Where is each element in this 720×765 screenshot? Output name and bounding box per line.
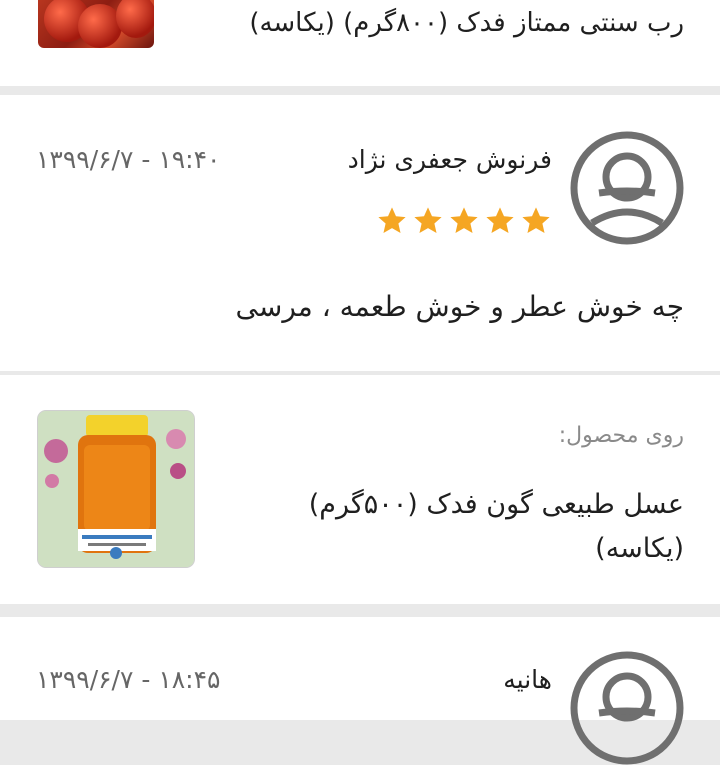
review-comment: چه خوش عطر و خوش طعمه ، مرسی	[235, 290, 684, 323]
review-product-card[interactable]: روی محصول: عسل طبیعی گون فدک (۵۰۰گرم) (ی…	[0, 375, 720, 604]
product-title[interactable]: رب سنتی ممتاز فدک (۸۰۰گرم) (یکاسه)	[249, 8, 684, 38]
user-avatar-icon	[570, 131, 684, 245]
honey-jar-image	[38, 411, 194, 567]
star-icon	[378, 207, 406, 233]
review-card: هانیه ۱۳۹۹/۶/۷ - ۱۸:۴۵	[0, 617, 720, 765]
star-icon	[522, 207, 550, 233]
rating-stars	[376, 205, 552, 237]
user-avatar-icon	[570, 651, 684, 765]
review-author: فرنوش جعفری نژاد	[347, 145, 552, 174]
product-thumbnail	[38, 0, 154, 48]
review-author: هانیه	[503, 665, 552, 694]
product-card[interactable]: رب سنتی ممتاز فدک (۸۰۰گرم) (یکاسه)	[0, 0, 720, 86]
star-icon	[486, 207, 514, 233]
product-ref-label: روی محصول:	[558, 423, 684, 448]
product-title[interactable]: عسل طبیعی گون فدک (۵۰۰گرم) (یکاسه)	[244, 483, 684, 571]
review-datetime: ۱۳۹۹/۶/۷ - ۱۹:۴۰	[36, 145, 221, 174]
review-datetime: ۱۳۹۹/۶/۷ - ۱۸:۴۵	[36, 665, 221, 694]
product-thumbnail	[38, 411, 194, 567]
star-icon	[414, 207, 442, 233]
star-icon	[450, 207, 478, 233]
review-card: فرنوش جعفری نژاد ۱۳۹۹/۶/۷ - ۱۹:۴۰ چه خوش…	[0, 95, 720, 371]
